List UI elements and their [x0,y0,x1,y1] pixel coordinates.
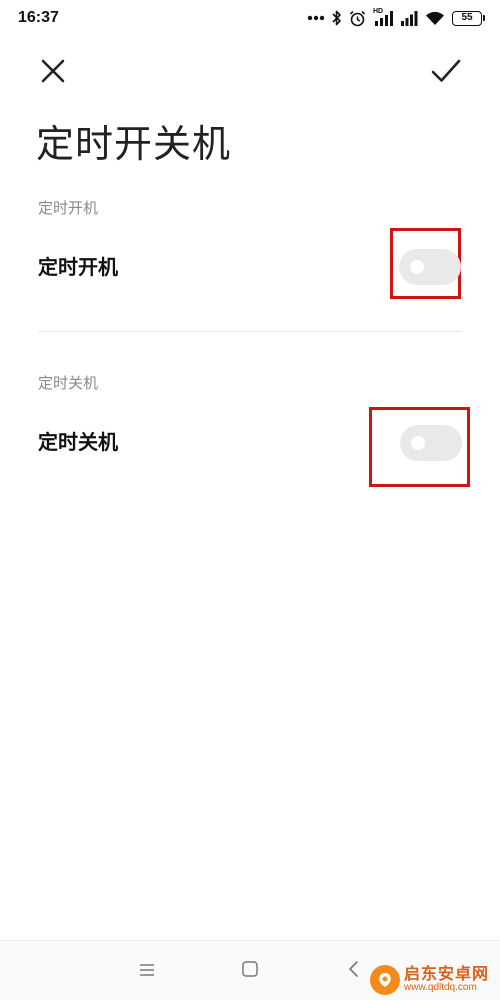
toggle-power-on[interactable] [399,249,461,285]
confirm-button[interactable] [426,54,466,92]
battery-level: 55 [461,12,473,23]
watermark: 启东安卓网 www.qdltdq.com [370,960,500,1000]
menu-icon [138,962,156,981]
hd-signal-icon: HD [373,8,393,27]
menu-button[interactable] [135,959,159,983]
status-time: 16:37 [18,9,59,26]
status-bar: 16:37 HD 55 [0,0,500,36]
bluetooth-icon [332,10,342,26]
alarm-icon [349,10,366,27]
watermark-url: www.qdltdq.com [404,982,477,994]
back-icon [347,960,361,982]
more-notifications-icon [307,15,325,21]
watermark-title: 启东安卓网 [404,964,490,984]
back-button[interactable] [342,959,366,983]
close-button[interactable] [34,54,72,92]
home-icon [241,960,259,982]
row-label-power-on: 定时开机 [38,255,118,279]
row-label-power-off: 定时关机 [38,430,118,454]
home-button[interactable] [238,959,262,983]
toggle-knob [411,436,425,450]
watermark-logo-icon [370,965,400,995]
status-icons: HD 55 [307,0,485,36]
battery-icon: 55 [452,10,485,26]
close-icon [40,58,66,88]
page-title: 定时开关机 [36,122,232,166]
toggle-knob [410,260,424,274]
screen: 16:37 HD 55 定时开关机 定时开机 定时开机 定时关机 定时关机 启东… [0,0,500,1000]
toggle-power-off[interactable] [400,425,462,461]
signal-icon [400,10,418,26]
section-header-power-off: 定时关机 [38,374,99,392]
watermark-text: 启东安卓网 www.qdltdq.com [404,966,489,993]
checkmark-icon [431,58,461,88]
section-divider [38,331,462,332]
section-header-power-on: 定时开机 [38,199,99,217]
wifi-icon [425,11,445,26]
